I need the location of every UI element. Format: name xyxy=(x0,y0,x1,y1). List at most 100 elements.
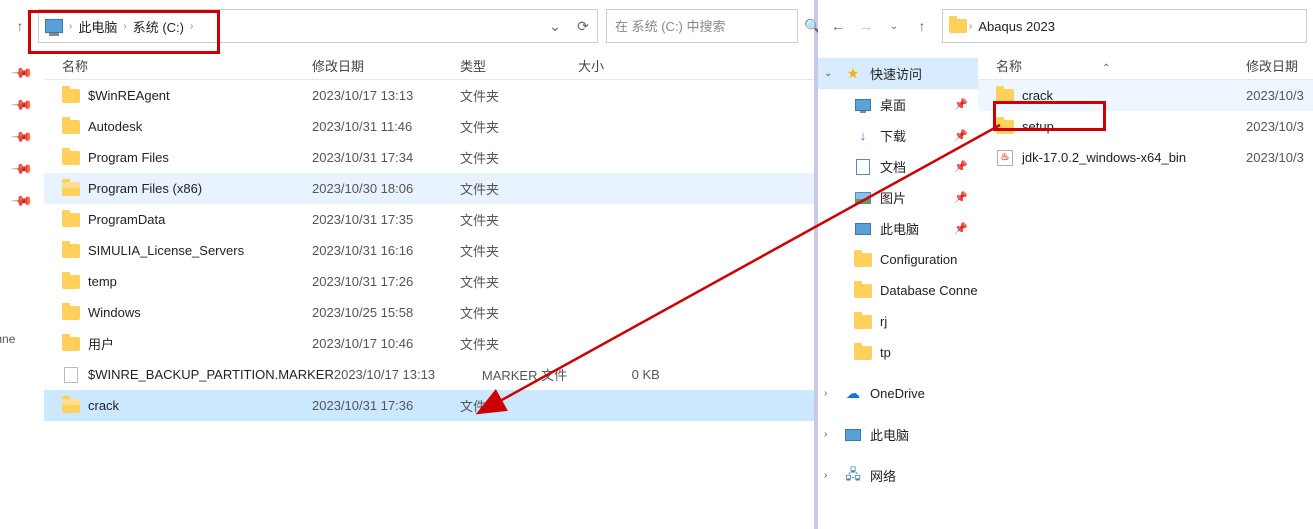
up-button[interactable]: ↑ xyxy=(6,12,34,40)
col-type[interactable]: 类型 xyxy=(460,56,578,75)
file-name: 用户 xyxy=(88,334,114,353)
tree-label: 此电脑 xyxy=(870,425,909,444)
file-date: 2023/10/31 17:34 xyxy=(312,150,460,165)
folder-icon xyxy=(62,211,80,229)
tree-item[interactable]: 此电脑 📌 xyxy=(818,213,978,244)
file-date: 2023/10/17 10:46 xyxy=(312,336,460,351)
file-row[interactable]: Program Files (x86)2023/10/30 18:06文件夹 xyxy=(44,173,814,204)
col-size[interactable]: 大小 xyxy=(578,56,648,75)
address-bar[interactable]: › 此电脑 › 系统 (C:) › ⌄ ⟳ xyxy=(38,9,598,43)
tree-network[interactable]: › 🖧 网络 xyxy=(818,460,978,491)
tree-item[interactable]: 图片📌 xyxy=(818,182,978,213)
file-name: Program Files (x86) xyxy=(88,181,202,196)
file-date: 2023/10/31 17:26 xyxy=(312,274,460,289)
pc-icon xyxy=(844,426,862,444)
file-row[interactable]: crack 2023/10/3 xyxy=(978,80,1313,111)
tree-label: tp xyxy=(880,345,891,360)
address-dropdown[interactable]: ⌄ xyxy=(541,12,569,40)
folder-icon xyxy=(854,251,872,269)
pin-icon: 📌 xyxy=(954,160,968,173)
column-headers[interactable]: 名称⌃ 修改日期 xyxy=(978,52,1313,80)
folder-icon xyxy=(62,335,80,353)
folder-icon xyxy=(854,344,872,362)
file-name: temp xyxy=(88,274,117,289)
tree-label: Configuration xyxy=(880,252,957,267)
tree-thispc[interactable]: › 此电脑 xyxy=(818,419,978,450)
refresh-button[interactable]: ⟳ xyxy=(569,12,597,40)
tree-label: rj xyxy=(880,314,887,329)
file-date: 2023/10/25 15:58 xyxy=(312,305,460,320)
pin-icon: 📌 xyxy=(954,98,968,111)
file-type: 文件夹 xyxy=(460,117,578,136)
tree-label: 此电脑 xyxy=(880,219,919,238)
chevron-right-icon: › xyxy=(824,470,834,481)
file-row[interactable]: temp2023/10/31 17:26文件夹 xyxy=(44,266,814,297)
back-button[interactable]: ← xyxy=(824,12,852,40)
pin-icon: 📌 xyxy=(12,125,32,145)
file-row[interactable]: $WinREAgent2023/10/17 13:13文件夹 xyxy=(44,80,814,111)
breadcrumb-folder[interactable]: Abaqus 2023 xyxy=(978,19,1055,34)
file-row[interactable]: 用户 2023/10/17 10:46文件夹 xyxy=(44,328,814,359)
file-row[interactable]: Windows 2023/10/25 15:58文件夹 xyxy=(44,297,814,328)
file-row[interactable]: crack2023/10/31 17:36文件夹 xyxy=(44,390,814,421)
picture-icon xyxy=(854,189,872,207)
chevron-right-icon: › xyxy=(824,388,834,399)
file-row[interactable]: ProgramData2023/10/31 17:35文件夹 xyxy=(44,204,814,235)
folder-icon xyxy=(62,242,80,260)
file-name: Autodesk xyxy=(88,119,142,134)
col-date[interactable]: 修改日期 xyxy=(1246,56,1313,75)
file-row[interactable]: Program Files2023/10/31 17:34文件夹 xyxy=(44,142,814,173)
file-type: 文件夹 xyxy=(460,334,578,353)
col-date[interactable]: 修改日期 xyxy=(312,56,460,75)
folder-icon xyxy=(996,87,1014,105)
tree-item[interactable]: tp xyxy=(818,337,978,368)
download-icon: ↓ xyxy=(854,127,872,145)
up-button[interactable]: ↑ xyxy=(908,12,936,40)
file-type: 文件夹 xyxy=(460,303,578,322)
file-row[interactable]: Autodesk2023/10/31 11:46文件夹 xyxy=(44,111,814,142)
pin-icon: 📌 xyxy=(12,189,32,209)
file-date: 2023/10/17 13:13 xyxy=(312,88,460,103)
folder-icon xyxy=(62,149,80,167)
col-name[interactable]: 名称 xyxy=(62,56,312,75)
file-date: 2023/10/30 18:06 xyxy=(312,181,460,196)
file-row[interactable]: setup2023/10/3 xyxy=(978,111,1313,142)
tree-item[interactable]: 文档📌 xyxy=(818,151,978,182)
tree-item[interactable]: rj xyxy=(818,306,978,337)
column-headers[interactable]: 名称 修改日期 类型 大小 xyxy=(44,52,814,80)
tree-label: OneDrive xyxy=(870,386,925,401)
file-name: $WinREAgent xyxy=(88,88,170,103)
address-bar[interactable]: › Abaqus 2023 xyxy=(942,9,1307,43)
folder-icon xyxy=(62,87,80,105)
chevron-down-icon: ⌄ xyxy=(824,68,834,79)
file-row[interactable]: ♨jdk-17.0.2_windows-x64_bin2023/10/3 xyxy=(978,142,1313,173)
tree-item[interactable]: Configuration xyxy=(818,244,978,275)
file-name: Windows xyxy=(88,305,141,320)
folder-icon xyxy=(949,17,967,35)
search-box[interactable]: 🔍 xyxy=(606,9,798,43)
tree-label: 桌面 xyxy=(880,95,906,114)
file-date: 2023/10/17 13:13 xyxy=(334,367,482,382)
tree-item[interactable]: 桌面 📌 xyxy=(818,89,978,120)
tree-item[interactable]: Database Conne xyxy=(818,275,978,306)
file-row[interactable]: $WINRE_BACKUP_PARTITION.MARKER2023/10/17… xyxy=(44,359,814,390)
folder-icon xyxy=(62,304,80,322)
tree-quick-access[interactable]: ⌄ ★ 快速访问 xyxy=(818,58,978,89)
forward-button[interactable]: → xyxy=(852,12,880,40)
file-icon xyxy=(62,366,80,384)
file-list: $WinREAgent2023/10/17 13:13文件夹Autodesk20… xyxy=(44,80,814,529)
tree-onedrive[interactable]: › ☁ OneDrive xyxy=(818,378,978,409)
tree-item[interactable]: ↓下载📌 xyxy=(818,120,978,151)
nav-tree: ⌄ ★ 快速访问 桌面 📌 ↓下载📌文档📌图片📌 此电脑 📌 Configuration D… xyxy=(818,52,978,529)
breadcrumb-root[interactable]: 此电脑 xyxy=(78,17,117,36)
file-date: 2023/10/3 xyxy=(1246,88,1313,103)
search-input[interactable] xyxy=(607,19,799,34)
chevron-right-icon: › xyxy=(123,21,126,32)
file-row[interactable]: SIMULIA_License_Servers2023/10/31 16:16文… xyxy=(44,235,814,266)
file-name: crack xyxy=(1022,88,1053,103)
col-name[interactable]: 名称⌃ xyxy=(996,56,1246,75)
file-date: 2023/10/31 17:35 xyxy=(312,212,460,227)
breadcrumb-drive[interactable]: 系统 (C:) xyxy=(133,17,184,36)
pin-icon: 📌 xyxy=(954,222,968,235)
recent-dropdown[interactable]: ⌄ xyxy=(880,12,908,40)
